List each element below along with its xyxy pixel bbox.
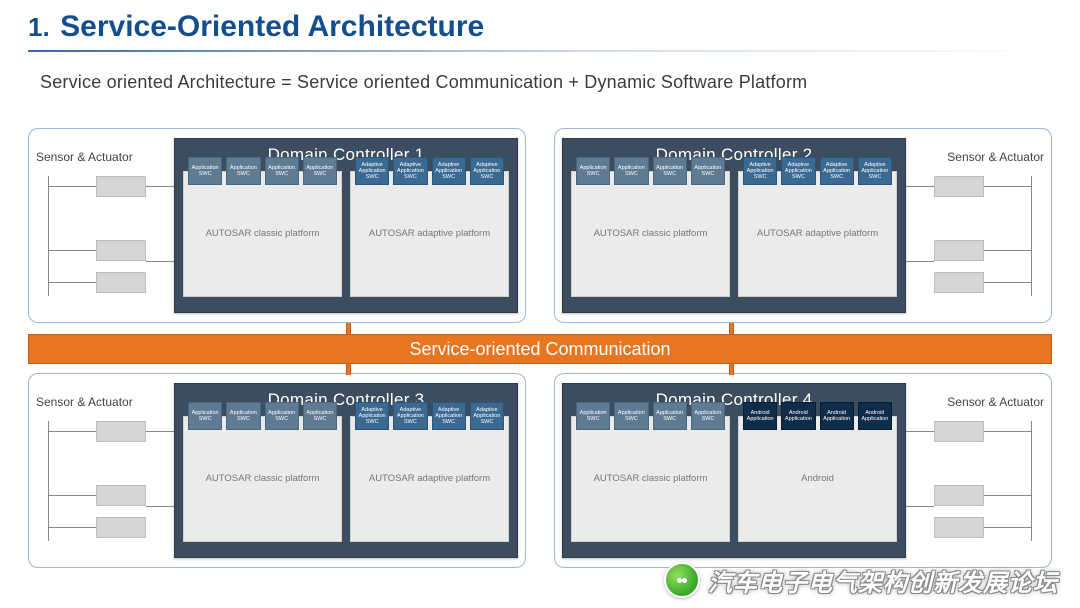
architecture-diagram: Service-oriented Communication Sensor & … [28, 128, 1052, 583]
equation-text: Service oriented Architecture = Service … [0, 52, 1080, 103]
swc-block: Application SWC [691, 157, 725, 185]
section-number: 1. [28, 12, 50, 42]
sensor-actuator-block: Sensor & Actuator [909, 150, 1044, 296]
swc-block: Application SWC [303, 402, 337, 430]
swc-block: Adaptive Application SWC [355, 157, 389, 185]
swc-block: Adaptive Application SWC [393, 157, 427, 185]
swc-block: Application SWC [226, 402, 260, 430]
platform-block: Android Application Android Application … [738, 416, 897, 542]
platform-label: AUTOSAR classic platform [594, 228, 708, 239]
bus-connector [346, 323, 351, 334]
quadrant-3: Sensor & Actuator Domain Controller 3 Ap… [28, 373, 526, 568]
platform-label: AUTOSAR classic platform [206, 228, 320, 239]
sensor-actuator-block: Sensor & Actuator [36, 150, 171, 296]
quadrant-1: Sensor & Actuator Domain Controller 1 Ap… [28, 128, 526, 323]
quadrant-4: Domain Controller 4 Application SWC Appl… [554, 373, 1052, 568]
sensor-actuator-tree [36, 176, 171, 296]
sensor-actuator-tree [909, 176, 1044, 296]
swc-block: Adaptive Application SWC [743, 157, 777, 185]
platform-block: Application SWC Application SWC Applicat… [183, 171, 342, 297]
platform-label: AUTOSAR classic platform [206, 473, 320, 484]
swc-row: Adaptive Application SWC Adaptive Applic… [351, 157, 508, 185]
swc-block: Adaptive Application SWC [432, 402, 466, 430]
platform-block: Adaptive Application SWC Adaptive Applic… [350, 171, 509, 297]
swc-row: Adaptive Application SWC Adaptive Applic… [351, 402, 508, 430]
swc-block: Adaptive Application SWC [470, 157, 504, 185]
swc-block: Application SWC [576, 402, 610, 430]
swc-block: Adaptive Application SWC [355, 402, 389, 430]
platform-block: Application SWC Application SWC Applicat… [571, 416, 730, 542]
quadrant-2: Domain Controller 2 Application SWC Appl… [554, 128, 1052, 323]
swc-block: Android Application [820, 402, 854, 430]
platform-block: Adaptive Application SWC Adaptive Applic… [738, 171, 897, 297]
platform-label: AUTOSAR classic platform [594, 473, 708, 484]
swc-row: Application SWC Application SWC Applicat… [184, 402, 341, 430]
bus-connector [729, 323, 734, 334]
domain-controller-1: Domain Controller 1 Application SWC Appl… [174, 138, 518, 313]
swc-block: Adaptive Application SWC [820, 157, 854, 185]
domain-controller-4: Domain Controller 4 Application SWC Appl… [562, 383, 906, 558]
swc-block: Adaptive Application SWC [781, 157, 815, 185]
swc-row: Application SWC Application SWC Applicat… [184, 157, 341, 185]
platform-label: AUTOSAR adaptive platform [369, 228, 490, 239]
platform-label: AUTOSAR adaptive platform [369, 473, 490, 484]
swc-row: Application SWC Application SWC Applicat… [572, 402, 729, 430]
swc-block: Application SWC [614, 402, 648, 430]
swc-block: Application SWC [576, 157, 610, 185]
swc-block: Application SWC [188, 157, 222, 185]
platform-block: Application SWC Application SWC Applicat… [183, 416, 342, 542]
wechat-icon [664, 562, 700, 598]
sensor-actuator-block: Sensor & Actuator [36, 395, 171, 541]
swc-row: Adaptive Application SWC Adaptive Applic… [739, 157, 896, 185]
swc-row: Application SWC Application SWC Applicat… [572, 157, 729, 185]
swc-block: Application SWC [188, 402, 222, 430]
swc-block: Application SWC [226, 157, 260, 185]
swc-block: Application SWC [303, 157, 337, 185]
slide-title: 1. Service-Oriented Architecture [0, 0, 1080, 48]
swc-block: Adaptive Application SWC [858, 157, 892, 185]
sensor-actuator-block: Sensor & Actuator [909, 395, 1044, 541]
section-title: Service-Oriented Architecture [60, 10, 484, 43]
swc-block: Application SWC [265, 157, 299, 185]
sensor-actuator-label: Sensor & Actuator [36, 395, 171, 409]
sensor-actuator-label: Sensor & Actuator [909, 150, 1044, 164]
bus-label: Service-oriented Communication [409, 339, 670, 359]
platform-label: Android [801, 473, 834, 484]
sensor-actuator-label: Sensor & Actuator [909, 395, 1044, 409]
swc-block: Adaptive Application SWC [432, 157, 466, 185]
sensor-actuator-label: Sensor & Actuator [36, 150, 171, 164]
domain-controller-3: Domain Controller 3 Application SWC Appl… [174, 383, 518, 558]
swc-block: Adaptive Application SWC [470, 402, 504, 430]
swc-row: Android Application Android Application … [739, 402, 896, 430]
swc-block: Android Application [858, 402, 892, 430]
sensor-actuator-tree [36, 421, 171, 541]
domain-controller-2: Domain Controller 2 Application SWC Appl… [562, 138, 906, 313]
swc-block: Application SWC [265, 402, 299, 430]
swc-block: Application SWC [653, 157, 687, 185]
watermark-text: 汽车电子电气架构创新发展论坛 [708, 563, 1058, 598]
platform-label: AUTOSAR adaptive platform [757, 228, 878, 239]
platform-block: Application SWC Application SWC Applicat… [571, 171, 730, 297]
sensor-actuator-tree [909, 421, 1044, 541]
platform-block: Adaptive Application SWC Adaptive Applic… [350, 416, 509, 542]
swc-block: Android Application [781, 402, 815, 430]
swc-block: Android Application [743, 402, 777, 430]
swc-block: Application SWC [691, 402, 725, 430]
swc-block: Adaptive Application SWC [393, 402, 427, 430]
swc-block: Application SWC [653, 402, 687, 430]
watermark: 汽车电子电气架构创新发展论坛 [664, 562, 1058, 598]
service-oriented-communication-bus: Service-oriented Communication [28, 334, 1052, 364]
swc-block: Application SWC [614, 157, 648, 185]
